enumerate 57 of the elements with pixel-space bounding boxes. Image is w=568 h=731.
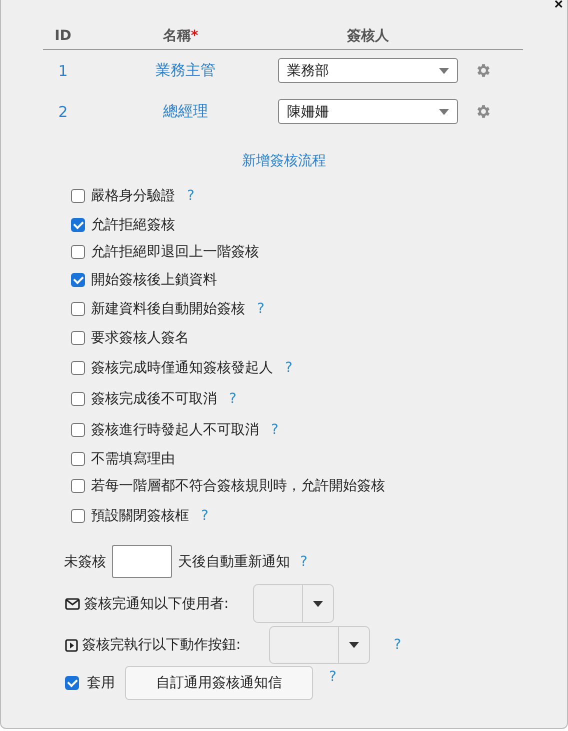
help-icon[interactable]: ? bbox=[271, 422, 278, 438]
option-label: 簽核進行時發起人不可取消 bbox=[91, 420, 259, 438]
checkbox[interactable] bbox=[71, 245, 85, 260]
custom-mail-button[interactable]: 自訂通用簽核通知信 bbox=[125, 666, 313, 700]
action-label: 簽核完執行以下動作按鈕: bbox=[82, 636, 241, 654]
checkbox[interactable] bbox=[71, 508, 85, 522]
apply-label: 套用 bbox=[87, 674, 115, 692]
checkbox[interactable] bbox=[71, 422, 85, 436]
play-icon bbox=[65, 638, 78, 652]
approver-select[interactable]: 業務部 bbox=[278, 58, 458, 83]
option-label: 允許拒絕即退回上一階簽核 bbox=[91, 243, 259, 262]
checkbox[interactable] bbox=[71, 302, 85, 316]
help-icon[interactable]: ? bbox=[257, 301, 264, 317]
option-label: 預設關閉簽核框 bbox=[91, 506, 189, 524]
checkbox[interactable] bbox=[71, 218, 85, 232]
days-input[interactable] bbox=[112, 545, 172, 578]
help-icon[interactable]: ? bbox=[394, 637, 402, 653]
approver-select[interactable]: 陳姍姍 bbox=[278, 99, 458, 124]
gear-icon[interactable] bbox=[474, 103, 492, 120]
required-mark: * bbox=[190, 28, 198, 44]
notify-label: 簽核完通知以下使用者: bbox=[84, 594, 229, 612]
help-icon[interactable]: ? bbox=[201, 508, 208, 524]
option-label: 嚴格身分驗證 bbox=[91, 186, 175, 204]
option-label: 若每一階層都不符合簽核規則時，允許開始簽核 bbox=[91, 477, 385, 496]
column-header: 名稱* bbox=[162, 26, 200, 44]
step-name-link[interactable]: 業務主管 bbox=[146, 61, 216, 80]
help-icon[interactable]: ? bbox=[187, 188, 194, 204]
option-label: 簽核完成後不可取消 bbox=[91, 390, 217, 408]
help-icon[interactable]: ? bbox=[229, 390, 236, 406]
step-name-link[interactable]: 總經理 bbox=[153, 102, 208, 121]
checkbox[interactable] bbox=[71, 360, 85, 374]
option-label: 允許拒絕簽核 bbox=[91, 216, 175, 234]
option-label: 開始簽核後上鎖資料 bbox=[91, 270, 217, 289]
checkbox[interactable] bbox=[71, 272, 85, 287]
checkbox[interactable] bbox=[71, 392, 85, 406]
row-id: 2 bbox=[57, 102, 69, 120]
option-label: 不需填寫理由 bbox=[91, 450, 175, 468]
help-icon[interactable]: ? bbox=[329, 669, 336, 685]
checkbox[interactable] bbox=[71, 452, 85, 466]
column-header: 簽核人 bbox=[346, 26, 390, 44]
gear-icon[interactable] bbox=[474, 62, 492, 79]
mail-icon bbox=[65, 598, 80, 610]
remind-label: 未簽核 bbox=[64, 552, 106, 570]
close-button[interactable]: × bbox=[554, 0, 563, 13]
column-header: ID bbox=[54, 28, 72, 44]
option-label: 要求簽核人簽名 bbox=[91, 329, 189, 348]
option-label: 簽核完成時僅通知簽核發起人 bbox=[91, 358, 273, 376]
checkbox[interactable] bbox=[71, 188, 85, 202]
checkbox[interactable] bbox=[71, 331, 85, 346]
checkbox[interactable] bbox=[71, 479, 85, 494]
remind-label: 天後自動重新通知 bbox=[178, 552, 290, 570]
row-id: 1 bbox=[57, 62, 69, 80]
option-label: 新建資料後自動開始簽核 bbox=[91, 300, 245, 318]
help-icon[interactable]: ? bbox=[300, 554, 308, 570]
add-flow-link[interactable]: 新增簽核流程 bbox=[242, 152, 326, 170]
help-icon[interactable]: ? bbox=[285, 360, 292, 376]
checkbox[interactable] bbox=[65, 676, 79, 690]
